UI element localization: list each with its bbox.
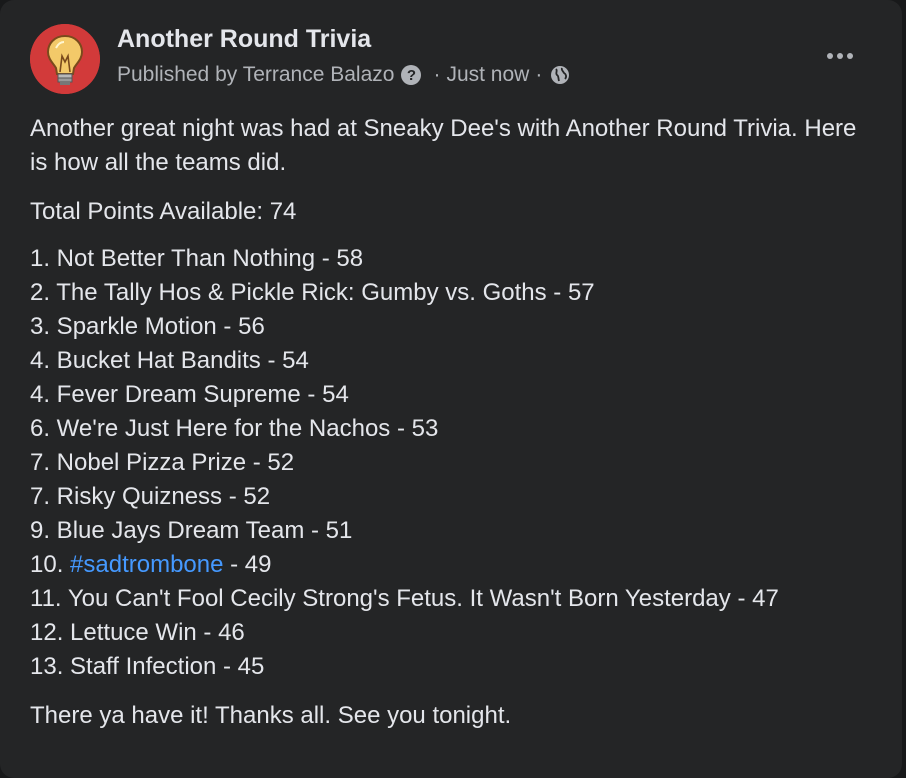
- page-avatar[interactable]: [30, 24, 100, 94]
- standing-item: 11. You Can't Fool Cecily Strong's Fetus…: [30, 585, 779, 612]
- globe-icon[interactable]: [550, 65, 570, 85]
- standing-item: 12. Lettuce Win - 46: [30, 619, 245, 646]
- standing-item: 4. Bucket Hat Bandits - 54: [30, 347, 309, 374]
- meta-separator: ·: [535, 63, 543, 86]
- standing-item: 7. Risky Quizness - 52: [30, 483, 271, 510]
- standing-suffix: - 49: [223, 551, 272, 578]
- standing-prefix: 10.: [30, 551, 71, 578]
- question-circle-icon[interactable]: ?: [401, 65, 422, 85]
- post-message: Another great night was had at Sneaky De…: [30, 112, 870, 733]
- meta-separator: ·: [433, 63, 441, 86]
- standing-item: 4. Fever Dream Supreme - 54: [30, 381, 349, 408]
- total-points: Total Points Available: 74: [30, 198, 297, 225]
- post-intro: Another great night was had at Sneaky De…: [30, 115, 857, 176]
- standings-list: 1. Not Better Than Nothing - 58 2. The T…: [30, 242, 870, 684]
- standing-item: 7. Nobel Pizza Prize - 52: [30, 449, 295, 476]
- standing-item: 1. Not Better Than Nothing - 58: [30, 245, 364, 272]
- standing-item: 2. The Tally Hos & Pickle Rick: Gumby vs…: [30, 279, 595, 306]
- more-options-icon[interactable]: [818, 40, 862, 72]
- timestamp[interactable]: Just now: [446, 63, 529, 87]
- published-by[interactable]: Published by Terrance Balazo: [117, 63, 394, 87]
- hashtag-link[interactable]: #sadtrombone: [70, 551, 223, 578]
- post-closing: There ya have it! Thanks all. See you to…: [30, 702, 512, 729]
- standing-item: 10. #sadtrombone - 49: [30, 548, 870, 582]
- page-name[interactable]: Another Round Trivia: [117, 25, 371, 54]
- post-meta: Published by Terrance Balazo ? · Just no…: [117, 61, 570, 89]
- standing-item: 9. Blue Jays Dream Team - 51: [30, 517, 353, 544]
- post-card: Another Round Trivia Published by Terran…: [0, 0, 902, 778]
- standing-item: 3. Sparkle Motion - 56: [30, 313, 265, 340]
- lightbulb-logo-icon: [30, 24, 100, 94]
- standing-item: 6. We're Just Here for the Nachos - 53: [30, 415, 439, 442]
- standing-item: 13. Staff Infection - 45: [30, 653, 265, 680]
